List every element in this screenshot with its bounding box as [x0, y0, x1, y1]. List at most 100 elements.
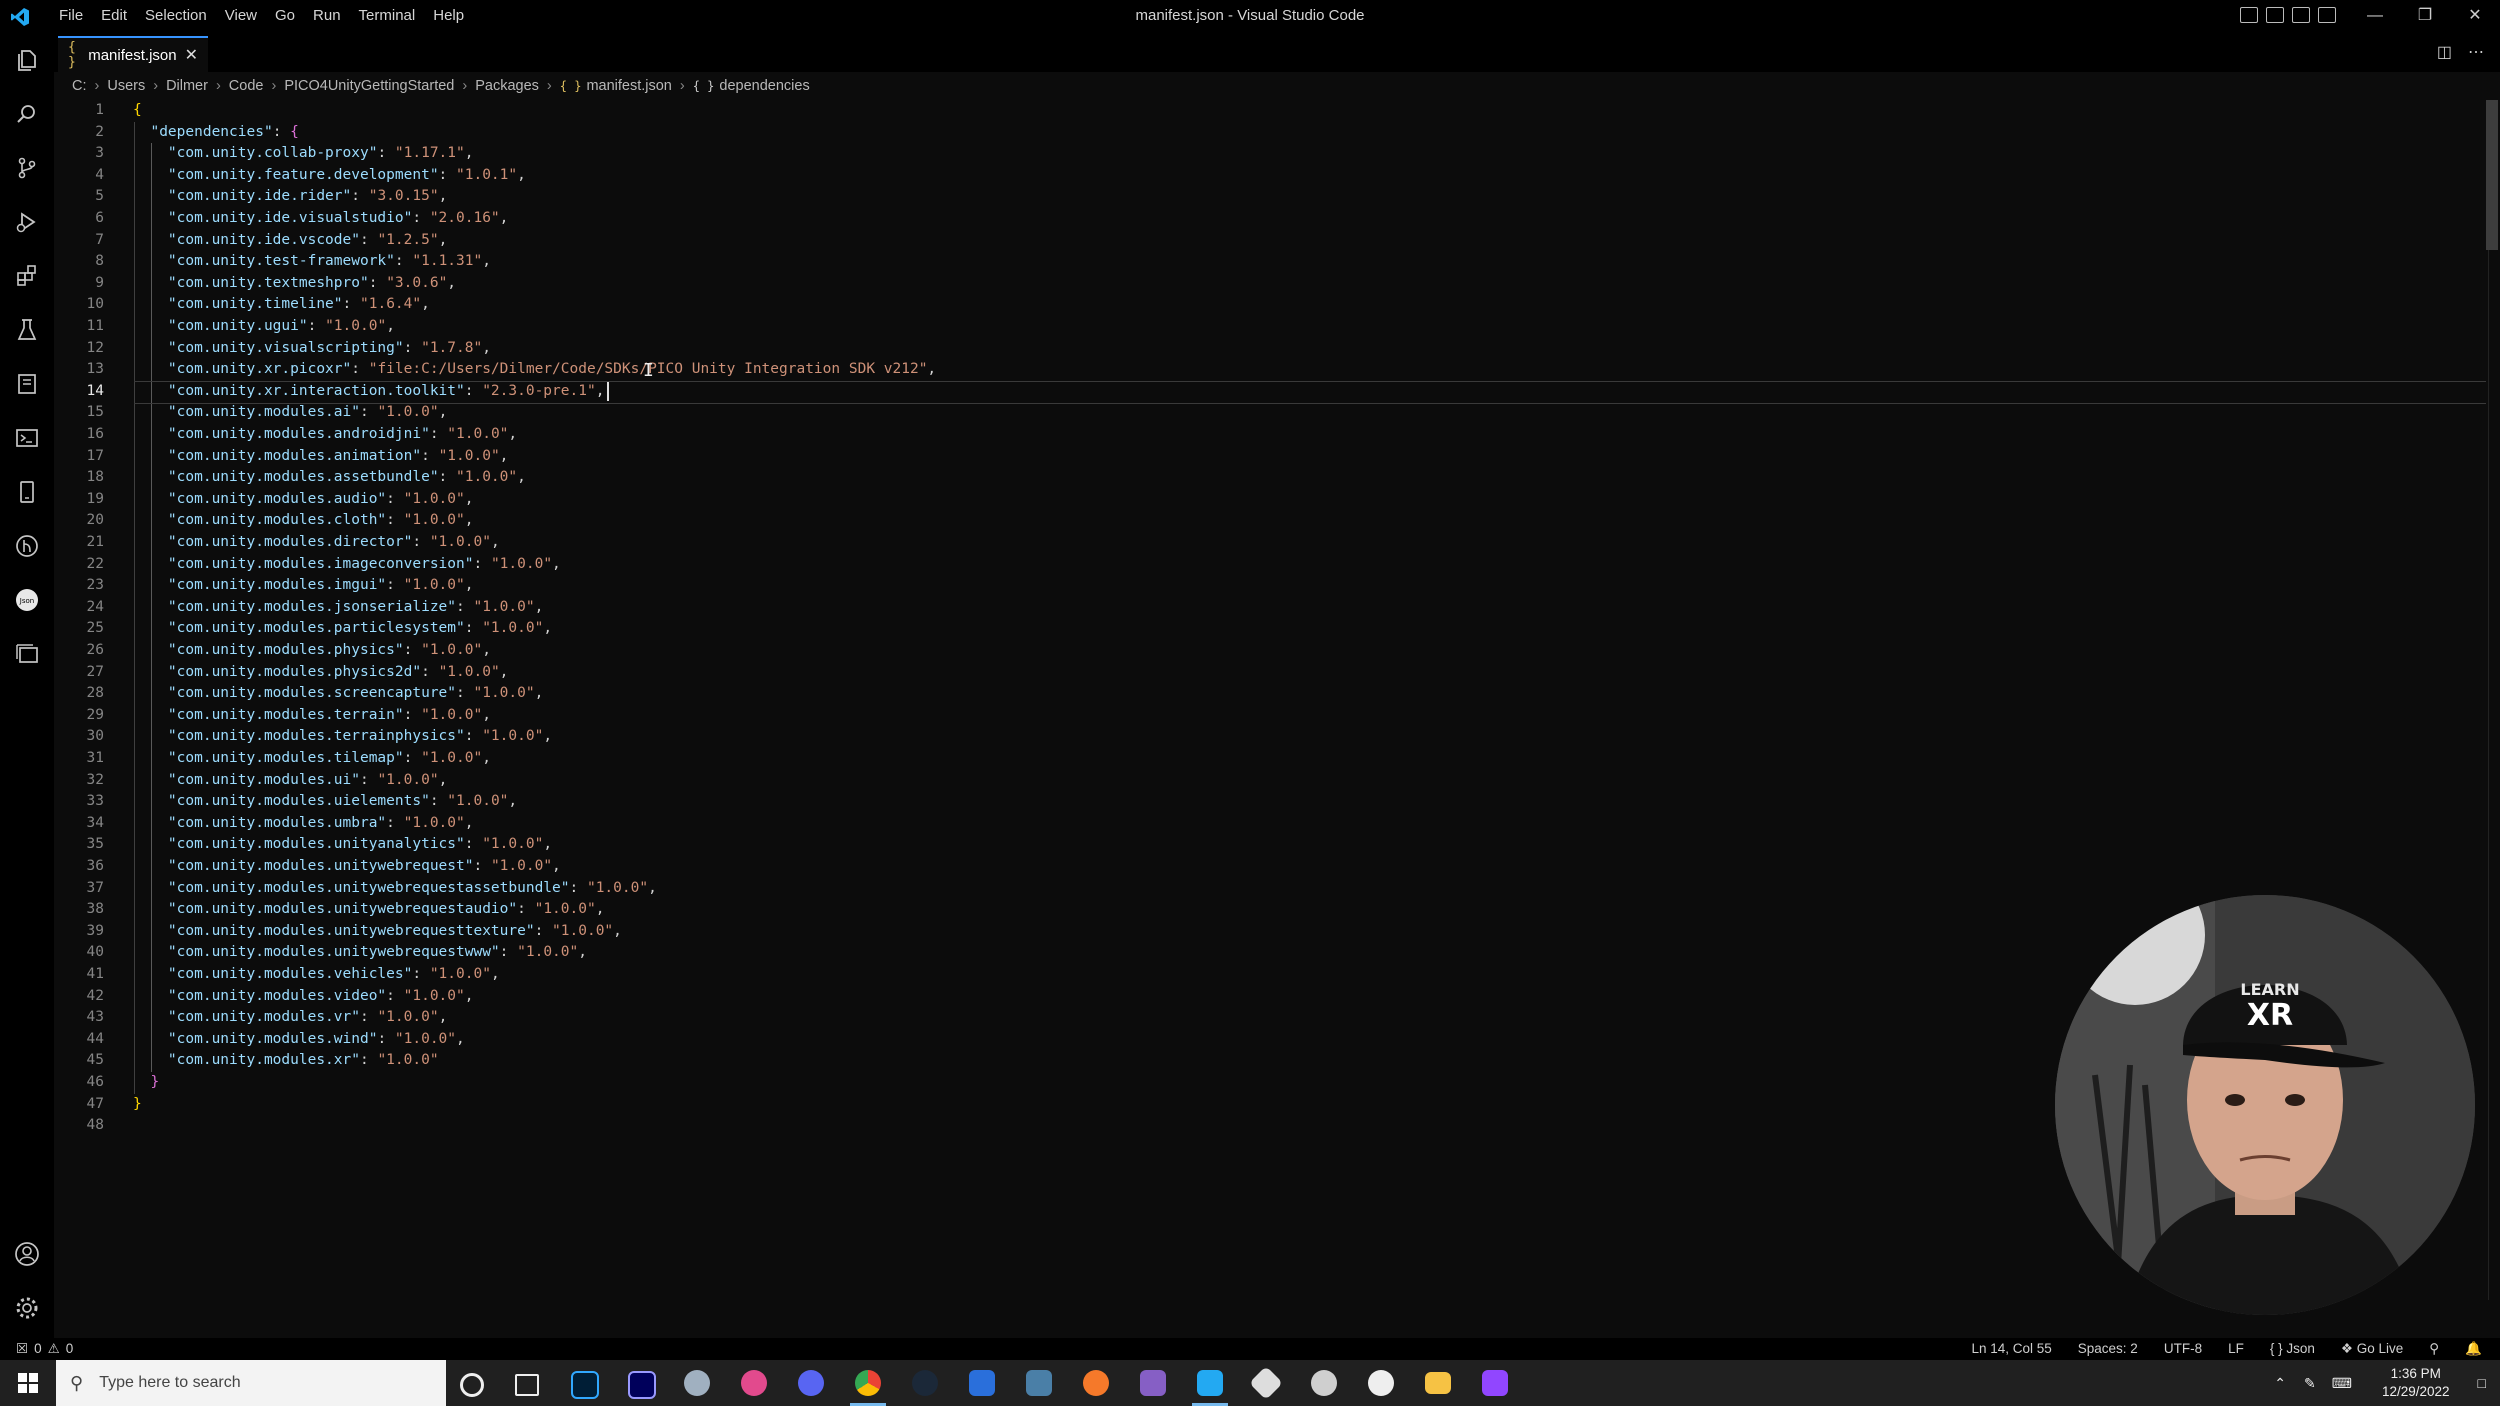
vertical-scrollbar[interactable]	[2486, 100, 2498, 250]
keyboard-icon[interactable]: ⌨	[2332, 1375, 2352, 1392]
menu-terminal[interactable]: Terminal	[350, 0, 425, 32]
chrome-icon[interactable]	[855, 1370, 881, 1396]
windows-start-icon[interactable]	[18, 1373, 38, 1393]
notifications-bell-icon[interactable]: 🔔	[2465, 1338, 2482, 1360]
toggle-secondary-sidebar-icon[interactable]	[2292, 7, 2310, 23]
toggle-panel-icon[interactable]	[2266, 7, 2284, 23]
remote-explorer-icon[interactable]	[13, 370, 41, 398]
menu-run[interactable]: Run	[304, 0, 350, 32]
notification-center-icon[interactable]: □	[2478, 1375, 2486, 1391]
code-token: "1.0.0"	[429, 534, 491, 550]
window-icon[interactable]	[13, 640, 41, 668]
code-token: "1.0.0"	[377, 404, 439, 421]
terminal-icon[interactable]	[13, 424, 41, 452]
visual-studio-icon[interactable]	[1140, 1370, 1166, 1396]
breadcrumb-users[interactable]: Users	[107, 78, 145, 94]
code-line: 20 "com.unity.modules.cloth": "1.0.0",	[54, 510, 2494, 532]
app-icon[interactable]	[1026, 1370, 1052, 1396]
breadcrumb-symbol[interactable]: dependencies	[719, 78, 809, 94]
line-code: "dependencies": {	[133, 122, 298, 144]
cursor-position[interactable]: Ln 14, Col 55	[1971, 1338, 2051, 1360]
chevron-up-icon[interactable]: ⌃	[2274, 1375, 2286, 1392]
extensions-icon[interactable]	[13, 262, 41, 290]
code-token: "com.unity.modules.audio"	[167, 490, 387, 507]
breadcrumb-code[interactable]: Code	[229, 78, 264, 94]
breadcrumb-packages[interactable]: Packages	[475, 78, 539, 94]
app-icon[interactable]	[1311, 1370, 1337, 1396]
task-view-icon[interactable]	[515, 1374, 539, 1396]
code-token: ,	[534, 685, 544, 702]
taskbar-search-box[interactable]: ⚲ Type here to search	[56, 1360, 446, 1406]
customize-layout-icon[interactable]	[2318, 7, 2336, 23]
code-token: "1.0.0"	[403, 814, 465, 831]
line-number: 10	[86, 296, 104, 313]
slack-icon[interactable]	[741, 1370, 767, 1396]
explorer-icon[interactable]	[13, 46, 41, 74]
unity-icon[interactable]	[1368, 1370, 1394, 1396]
close-tab-icon[interactable]: ✕	[185, 45, 198, 65]
more-actions-icon[interactable]: ⋯	[2468, 42, 2484, 62]
gitlens-icon[interactable]	[13, 532, 41, 560]
close-window-icon[interactable]: ✕	[2450, 0, 2500, 32]
app-icon[interactable]	[684, 1370, 710, 1396]
twitch-icon[interactable]	[1482, 1370, 1508, 1396]
file-explorer-icon[interactable]	[1425, 1372, 1451, 1394]
menu-help[interactable]: Help	[424, 0, 473, 32]
code-token: "com.unity.modules.terrain"	[167, 706, 404, 723]
steam-icon[interactable]	[912, 1370, 938, 1396]
search-icon[interactable]	[13, 100, 41, 128]
menu-go[interactable]: Go	[266, 0, 304, 32]
discord-icon[interactable]	[798, 1370, 824, 1396]
restore-icon[interactable]: ❐	[2400, 0, 2450, 32]
settings-gear-icon[interactable]	[13, 1294, 41, 1322]
language-mode[interactable]: { } Json	[2270, 1338, 2315, 1360]
code-token: :	[412, 210, 430, 226]
feedback-icon[interactable]: ⚲	[2429, 1338, 2439, 1360]
pen-icon[interactable]: ✎	[2304, 1375, 2316, 1392]
go-live-button[interactable]: ❖ Go Live	[2341, 1338, 2403, 1360]
menu-file[interactable]: File	[50, 0, 92, 32]
account-icon[interactable]	[13, 1240, 41, 1268]
menu-selection[interactable]: Selection	[136, 0, 216, 32]
code-token: :	[351, 188, 369, 205]
end-of-line[interactable]: LF	[2228, 1338, 2244, 1360]
breadcrumb-drive[interactable]: C:	[72, 78, 87, 94]
indentation[interactable]: Spaces: 2	[2078, 1338, 2138, 1360]
blender-icon[interactable]	[1083, 1370, 1109, 1396]
split-editor-icon[interactable]: ◫	[2437, 42, 2452, 62]
breadcrumb-project[interactable]: PICO4UnityGettingStarted	[284, 78, 454, 94]
device-icon[interactable]	[13, 478, 41, 506]
code-token: "com.unity.modules.unitywebrequestwww"	[167, 944, 500, 961]
cortana-icon[interactable]	[460, 1373, 484, 1397]
source-control-icon[interactable]	[13, 154, 41, 182]
encoding[interactable]: UTF-8	[2164, 1338, 2202, 1360]
breadcrumb-file[interactable]: manifest.json	[586, 78, 671, 94]
tab-manifest-json[interactable]: { } manifest.json ✕	[58, 36, 208, 72]
webcam-overlay: LEARN XR	[2055, 895, 2475, 1315]
premiere-icon[interactable]	[628, 1371, 656, 1399]
photoshop-icon[interactable]	[571, 1371, 599, 1399]
line-code: "com.unity.ugui": "1.0.0",	[133, 316, 395, 338]
menu-edit[interactable]: Edit	[92, 0, 136, 32]
code-token: "1.0.0"	[394, 1030, 457, 1047]
run-debug-icon[interactable]	[13, 208, 41, 236]
unity-hub-icon[interactable]	[1249, 1366, 1283, 1400]
code-token: "1.0.0"	[490, 555, 553, 572]
minimize-icon[interactable]: —	[2350, 0, 2400, 32]
testing-icon[interactable]	[13, 316, 41, 344]
code-token: ,	[499, 663, 509, 680]
clock[interactable]: 1:36 PM 12/29/2022	[2382, 1365, 2450, 1401]
problems-status[interactable]: ☒ 0 ⚠ 0	[16, 1338, 73, 1360]
powershell-icon[interactable]	[969, 1370, 995, 1396]
code-token: {	[133, 102, 142, 118]
vscode-icon[interactable]	[1197, 1370, 1223, 1396]
line-number: 30	[86, 728, 104, 745]
clock-time: 1:36 PM	[2390, 1366, 2441, 1381]
json-icon[interactable]: Json	[13, 586, 41, 614]
toggle-primary-sidebar-icon[interactable]	[2240, 7, 2258, 23]
breadcrumb-dilmer[interactable]: Dilmer	[166, 78, 208, 94]
code-token: "1.0.0"	[377, 1052, 439, 1069]
chevron-right-icon: ›	[153, 78, 159, 94]
menu-view[interactable]: View	[216, 0, 266, 32]
